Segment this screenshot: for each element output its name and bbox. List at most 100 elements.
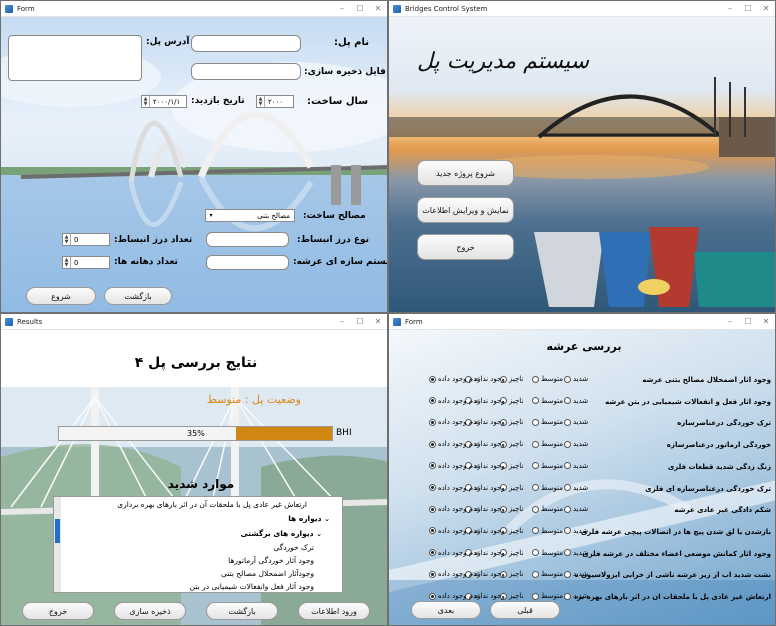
radio-circle[interactable]	[564, 440, 571, 448]
tree-scrollbar[interactable]	[54, 497, 61, 592]
chevron-down-icon[interactable]: ⌄	[324, 515, 330, 523]
exit-button[interactable]: خروج	[417, 234, 514, 260]
radio-circle[interactable]	[532, 527, 539, 535]
severity-radio-option[interactable]: متوسط	[532, 375, 563, 383]
radio-circle[interactable]	[564, 549, 571, 557]
severity-radio-option[interactable]: شدید	[564, 484, 588, 492]
radio-circle[interactable]	[532, 570, 539, 578]
tree-item[interactable]: ⌄ دیواره های برگشتی	[241, 529, 322, 538]
minimize-icon[interactable]: –	[333, 314, 351, 330]
radio-circle[interactable]	[429, 505, 436, 513]
data-entry-button[interactable]: ورود اطلاعات	[298, 602, 370, 620]
severity-radio-option[interactable]: شدید	[564, 397, 588, 405]
severity-radio-option[interactable]: عدم وجود داده	[429, 462, 481, 470]
prev-button[interactable]: قبلی	[490, 601, 560, 619]
minimize-icon[interactable]: –	[721, 314, 739, 330]
severity-radio-option[interactable]: عدم وجود داده	[429, 484, 481, 492]
severity-radio-option[interactable]: عدم وجود داده	[429, 418, 481, 426]
severity-radio-option[interactable]: شدید	[564, 505, 588, 513]
radio-circle[interactable]	[532, 440, 539, 448]
radio-circle[interactable]	[532, 505, 539, 513]
radio-circle[interactable]	[429, 462, 436, 470]
severity-radio-option[interactable]: متوسط	[532, 462, 563, 470]
severity-radio-option[interactable]: متوسط	[532, 570, 563, 578]
span-count-spinner[interactable]: ▲ ▼ 0	[62, 256, 110, 269]
severity-radio-option[interactable]: عدم وجود داده	[429, 527, 481, 535]
radio-circle[interactable]	[564, 570, 571, 578]
joint-type-input[interactable]	[206, 232, 289, 247]
chevron-down-icon[interactable]: ⌄	[316, 530, 322, 538]
severity-radio-option[interactable]: شدید	[564, 418, 588, 426]
radio-circle[interactable]	[532, 397, 539, 405]
severity-radio-option[interactable]: متوسط	[532, 440, 563, 448]
severity-radio-option[interactable]: شدید	[564, 592, 588, 600]
radio-circle[interactable]	[429, 592, 436, 600]
new-project-button[interactable]: شروع پروژه جدید	[417, 160, 514, 186]
radio-circle[interactable]	[532, 484, 539, 491]
severity-radio-option[interactable]: شدید	[564, 549, 588, 557]
radio-circle[interactable]	[564, 418, 571, 426]
tree-item[interactable]: وجود آثار خوردگی آرماتورها	[228, 556, 314, 565]
close-icon[interactable]: ✕	[369, 1, 387, 17]
minimize-icon[interactable]: –	[721, 1, 739, 17]
severity-radio-option[interactable]: شدید	[564, 462, 588, 470]
radio-circle[interactable]	[564, 505, 571, 513]
bridge-address-input[interactable]	[8, 35, 142, 81]
severity-radio-option[interactable]: عدم وجود داده	[429, 375, 481, 383]
radio-circle[interactable]	[429, 397, 436, 405]
severity-radio-option[interactable]: شدید	[564, 440, 588, 448]
minimize-icon[interactable]: –	[333, 1, 351, 17]
severe-items-tree[interactable]: ارتعاش غیر عادی پل با ملحقات آن در اثر ب…	[53, 496, 343, 593]
exit-button[interactable]: خروج	[22, 602, 94, 620]
radio-circle[interactable]	[564, 397, 571, 405]
severity-radio-option[interactable]: متوسط	[532, 505, 563, 513]
radio-circle[interactable]	[429, 484, 436, 491]
severity-radio-option[interactable]: متوسط	[532, 418, 563, 426]
severity-radio-option[interactable]: عدم وجود داده	[429, 592, 481, 600]
radio-circle[interactable]	[429, 549, 436, 557]
radio-circle[interactable]	[532, 462, 539, 470]
save-button[interactable]: ذخیره سازی	[114, 602, 186, 620]
severity-radio-option[interactable]: عدم وجود داده	[429, 397, 481, 405]
severity-radio-option[interactable]: متوسط	[532, 527, 563, 535]
radio-circle[interactable]	[532, 375, 539, 383]
close-icon[interactable]: ✕	[369, 314, 387, 330]
view-edit-button[interactable]: نمایش و ویرایش اطلاعات	[417, 197, 514, 223]
radio-circle[interactable]	[564, 462, 571, 470]
back-button[interactable]: بازگشت	[206, 602, 278, 620]
radio-circle[interactable]	[564, 592, 571, 600]
bridge-name-input[interactable]	[191, 35, 301, 52]
next-button[interactable]: بعدی	[411, 601, 481, 619]
radio-circle[interactable]	[429, 375, 436, 383]
severity-radio-option[interactable]: عدم وجود داده	[429, 440, 481, 448]
severity-radio-option[interactable]: متوسط	[532, 397, 563, 405]
radio-circle[interactable]	[564, 527, 571, 535]
build-year-spinner[interactable]: ▲ ▼ ۲۰۰۰	[256, 95, 294, 108]
maximize-icon[interactable]: ☐	[739, 1, 757, 17]
storage-file-input[interactable]	[191, 63, 301, 80]
severity-radio-option[interactable]: شدید	[564, 527, 588, 535]
severity-radio-option[interactable]: شدید	[564, 375, 588, 383]
back-button[interactable]: بازگشت	[104, 287, 172, 305]
radio-circle[interactable]	[429, 440, 436, 448]
radio-circle[interactable]	[429, 418, 436, 426]
severity-radio-option[interactable]: عدم وجود داده	[429, 549, 481, 557]
maximize-icon[interactable]: ☐	[351, 314, 369, 330]
radio-circle[interactable]	[564, 484, 571, 491]
radio-circle[interactable]	[532, 549, 539, 557]
maximize-icon[interactable]: ☐	[739, 314, 757, 330]
severity-radio-option[interactable]: عدم وجود داده	[429, 505, 481, 513]
radio-circle[interactable]	[532, 418, 539, 426]
close-icon[interactable]: ✕	[757, 1, 775, 17]
radio-circle[interactable]	[429, 570, 436, 578]
severity-radio-option[interactable]: متوسط	[532, 549, 563, 557]
tree-item[interactable]: ترک خوردگی	[273, 543, 314, 552]
radio-circle[interactable]	[564, 375, 571, 383]
material-select[interactable]: مصالح بتنی ▾	[205, 209, 295, 222]
tree-item[interactable]: وجود آثار فعل وانفعالات شیمیایی در بتن	[190, 582, 314, 591]
tree-item[interactable]: ⌄ دیواره ها	[288, 514, 330, 523]
start-button[interactable]: شروع	[26, 287, 96, 305]
joint-count-spinner[interactable]: ▲ ▼ 0	[62, 233, 110, 246]
maximize-icon[interactable]: ☐	[351, 1, 369, 17]
severity-radio-option[interactable]: شدید	[564, 570, 588, 578]
